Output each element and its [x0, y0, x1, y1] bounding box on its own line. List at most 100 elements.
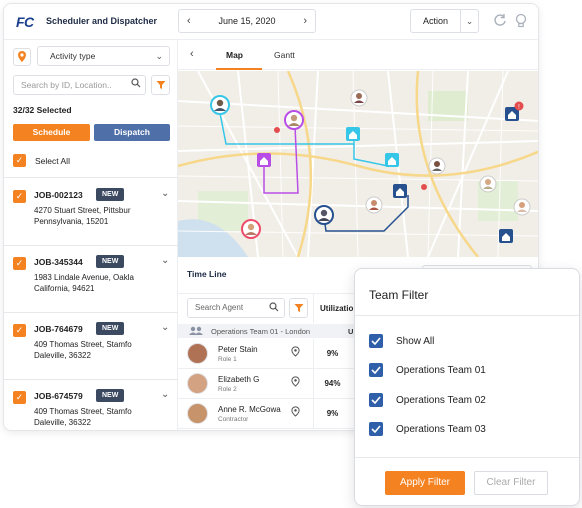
agent-search-placeholder: Search Agent	[195, 303, 244, 312]
location-pin-icon[interactable]	[291, 376, 300, 387]
tab-gantt[interactable]: Gantt	[274, 50, 295, 60]
chevron-down-icon[interactable]: ⌄	[460, 10, 478, 32]
chevron-down-icon[interactable]: ⌄	[161, 389, 169, 400]
job-checkbox[interactable]: ✓	[13, 257, 26, 270]
team-filter-title: Team Filter	[369, 288, 429, 302]
agent-map-avatar[interactable]	[241, 219, 261, 239]
agent-map-avatar[interactable]	[479, 175, 497, 193]
activity-type-select[interactable]: Activity type ⌄	[37, 46, 170, 66]
refresh-icon[interactable]	[492, 13, 508, 29]
job-checkbox[interactable]: ✓	[13, 190, 26, 203]
job-list-panel: Activity type ⌄ Search by ID, Location..…	[4, 40, 178, 430]
home-marker[interactable]	[393, 184, 407, 198]
current-date[interactable]: June 15, 2020	[218, 16, 275, 26]
clear-filter-button[interactable]: Clear Filter	[474, 471, 548, 495]
agent-map-avatar[interactable]	[513, 198, 531, 216]
agent-map-avatar[interactable]	[314, 205, 334, 225]
team-filter-popup: Team Filter Show All Operations Team 01 …	[354, 268, 580, 506]
option-label: Operations Team 02	[396, 394, 486, 406]
divider	[355, 457, 579, 458]
job-search-input[interactable]: Search by ID, Location..	[13, 75, 146, 95]
next-date-icon[interactable]: ›	[303, 15, 307, 27]
prev-date-icon[interactable]: ‹	[187, 15, 191, 27]
location-pin-icon	[18, 51, 26, 62]
agent-search-input[interactable]: Search Agent	[187, 298, 285, 318]
team-filter-option[interactable]: Operations Team 01	[369, 363, 486, 377]
chevron-down-icon[interactable]: ⌄	[161, 255, 169, 266]
option-label: Operations Team 03	[396, 423, 486, 435]
agent-filter-button[interactable]	[289, 298, 308, 318]
map-canvas[interactable]: !	[178, 71, 539, 257]
status-badge: NEW	[96, 389, 125, 402]
team-filter-option[interactable]: Show All	[369, 334, 434, 348]
home-marker[interactable]	[385, 153, 399, 167]
chevron-down-icon[interactable]: ⌄	[161, 188, 169, 199]
back-chevron-icon[interactable]: ‹	[190, 48, 194, 60]
status-badge: NEW	[96, 322, 125, 335]
home-marker[interactable]	[499, 229, 513, 243]
search-icon[interactable]	[131, 78, 141, 88]
job-address: 409 Thomas Street, Stamfo Daleville, 363…	[34, 340, 132, 360]
job-checkbox[interactable]: ✓	[13, 391, 26, 404]
apply-filter-button[interactable]: Apply Filter	[385, 471, 465, 495]
schedule-button[interactable]: Schedule	[13, 124, 90, 141]
status-badge: NEW	[96, 255, 125, 268]
job-address: 1983 Lindale Avenue, Oakla California, 9…	[34, 273, 134, 293]
agent-map-avatar[interactable]	[428, 157, 446, 175]
option-checkbox[interactable]	[369, 422, 383, 436]
team-filter-option[interactable]: Operations Team 02	[369, 393, 486, 407]
location-pin-icon[interactable]	[291, 406, 300, 417]
agent-role: Role 1	[218, 356, 237, 363]
lightbulb-icon[interactable]	[513, 13, 529, 29]
chevron-down-icon: ⌄	[155, 51, 163, 61]
divider	[355, 315, 579, 316]
selected-count: 32/32 Selected	[13, 105, 72, 115]
avatar	[187, 373, 208, 394]
status-badge: NEW	[96, 188, 125, 201]
active-tab-indicator	[216, 68, 262, 70]
agent-role: Role 2	[218, 386, 237, 393]
search-icon[interactable]	[269, 302, 279, 312]
option-checkbox[interactable]	[369, 334, 383, 348]
location-pin-icon[interactable]	[291, 346, 300, 357]
job-address: 409 Thomas Street, Stamfo Daleville, 363…	[34, 407, 132, 427]
filter-icon	[294, 304, 303, 312]
agent-name: Peter Stain	[218, 345, 258, 354]
option-checkbox[interactable]	[369, 393, 383, 407]
job-id: JOB-764679	[34, 324, 83, 334]
option-label: Operations Team 01	[396, 364, 486, 376]
option-label: Show All	[396, 335, 435, 347]
select-all[interactable]: ✓ Select All	[13, 154, 70, 167]
job-checkbox[interactable]: ✓	[13, 324, 26, 337]
dispatch-map[interactable]: !	[178, 71, 539, 257]
agent-map-avatar[interactable]	[210, 95, 230, 115]
date-navigator: ‹ June 15, 2020 ›	[178, 9, 316, 33]
select-all-label: Select All	[35, 155, 70, 166]
agent-map-avatar[interactable]	[284, 110, 304, 130]
agent-map-avatar[interactable]	[350, 89, 368, 107]
job-filter-button[interactable]	[151, 75, 170, 95]
divider	[4, 379, 178, 380]
view-tabs: ‹ Map Gantt	[178, 40, 538, 70]
job-marker[interactable]	[421, 184, 427, 190]
tab-map[interactable]: Map	[226, 50, 243, 60]
location-pin-button[interactable]	[13, 48, 31, 66]
action-label: Action	[422, 16, 448, 26]
dispatch-button[interactable]: Dispatch	[94, 124, 170, 141]
home-marker[interactable]	[257, 153, 271, 167]
job-address: 4270 Stuart Street, Pittsbur Pennsylvani…	[34, 206, 131, 226]
select-all-checkbox[interactable]: ✓	[13, 154, 26, 167]
app-title: Scheduler and Dispatcher	[46, 16, 158, 26]
avatar	[187, 343, 208, 364]
home-marker[interactable]	[346, 127, 360, 141]
option-checkbox[interactable]	[369, 363, 383, 377]
team-name: Operations Team 01 - London	[211, 327, 311, 336]
job-id: JOB-345344	[34, 257, 83, 267]
agent-name: Elizabeth G	[218, 375, 260, 384]
team-filter-option[interactable]: Operations Team 03	[369, 422, 486, 436]
job-id: JOB-674579	[34, 391, 83, 401]
action-dropdown[interactable]: Action ⌄	[410, 9, 479, 33]
job-marker[interactable]	[274, 127, 280, 133]
chevron-down-icon[interactable]: ⌄	[161, 322, 169, 333]
agent-map-avatar[interactable]	[365, 196, 383, 214]
